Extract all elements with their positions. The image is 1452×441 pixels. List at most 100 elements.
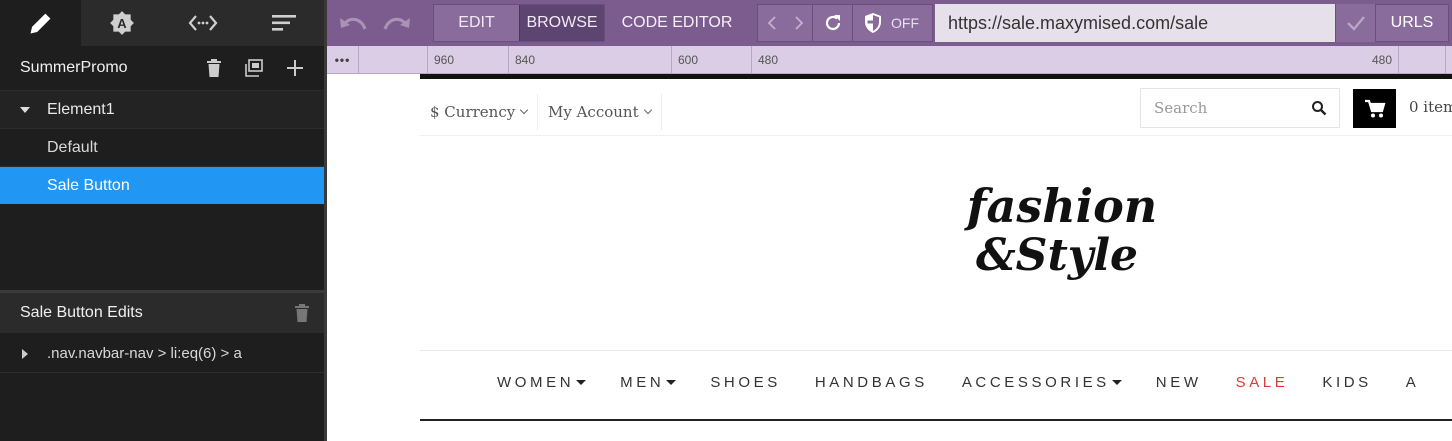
- refresh-button[interactable]: [812, 5, 852, 41]
- variation-label: Default: [47, 138, 98, 156]
- shield-state: OFF: [891, 15, 919, 31]
- project-name: SummerPromo: [20, 59, 128, 76]
- nav-item-handbags[interactable]: HANDBAGS: [815, 374, 928, 391]
- nav-label: NEW: [1155, 374, 1202, 391]
- tab-edit[interactable]: [0, 0, 81, 46]
- code-icon: [188, 15, 217, 31]
- refresh-icon: [825, 15, 840, 31]
- cart-button[interactable]: [1353, 89, 1396, 128]
- check-icon: [1346, 16, 1365, 31]
- account-label: My Account: [548, 103, 639, 121]
- nav-label: ACCESSORIES: [961, 374, 1110, 391]
- ruler-tick[interactable]: 6: [1445, 46, 1452, 74]
- mode-browse-button[interactable]: BROWSE: [519, 5, 604, 41]
- search-icon[interactable]: [1311, 100, 1327, 116]
- edit-selector-row[interactable]: .nav.navbar-nav > li:eq(6) > a: [0, 335, 324, 373]
- url-input[interactable]: https://sale.maxymised.com/sale: [935, 4, 1335, 42]
- chevron-right-icon[interactable]: [22, 348, 28, 359]
- edits-title: Sale Button Edits: [20, 304, 143, 321]
- currency-dropdown[interactable]: $ Currency: [430, 94, 529, 130]
- cart-icon: [1364, 99, 1385, 117]
- ruler-tick[interactable]: 480: [751, 46, 778, 74]
- undo-button[interactable]: [337, 6, 369, 44]
- duplicate-icon[interactable]: [244, 59, 264, 77]
- tab-code[interactable]: [162, 0, 243, 46]
- fashion-style-logo[interactable]: fashion &Style: [957, 172, 1167, 304]
- tab-style[interactable]: A: [81, 0, 162, 46]
- undo-icon: [340, 17, 367, 30]
- code-editor-button[interactable]: CODE EDITOR: [617, 4, 737, 42]
- style-icon: A: [109, 11, 134, 35]
- edits-header: Sale Button Edits: [0, 293, 324, 333]
- mode-edit-button[interactable]: EDIT: [434, 5, 519, 41]
- breakpoint-ruler[interactable]: ••• 960 840 600 480 480 6: [327, 46, 1452, 74]
- account-dropdown[interactable]: My Account: [537, 94, 662, 130]
- panel-tabs: A: [0, 0, 324, 46]
- back-button[interactable]: [758, 5, 785, 41]
- nav-label: WOMEN: [497, 374, 575, 391]
- nav-item-shoes[interactable]: SHOES: [710, 374, 781, 391]
- nav-label: SALE: [1235, 374, 1289, 391]
- nav-label: MEN: [620, 374, 665, 391]
- tab-list[interactable]: [243, 0, 324, 46]
- site-main-nav: WOMEN MEN SHOES HANDBAGS ACCESSORIES NEW…: [497, 374, 1452, 391]
- nav-label: A: [1405, 374, 1420, 391]
- trash-icon[interactable]: [206, 59, 222, 77]
- caret-down-icon: [1111, 380, 1122, 385]
- nav-item-truncated[interactable]: A: [1406, 374, 1420, 391]
- caret-down-icon: [576, 380, 587, 385]
- project-row[interactable]: SummerPromo: [0, 46, 324, 90]
- element-row[interactable]: Element1: [0, 90, 324, 128]
- shield-icon: [865, 13, 881, 33]
- left-panel: A SummerPromo Element1 Default Sale Butt…: [0, 0, 324, 441]
- nav-item-women[interactable]: WOMEN: [497, 374, 587, 391]
- nav-top-divider: [420, 350, 1452, 351]
- trash-icon[interactable]: [294, 304, 310, 322]
- nav-item-men[interactable]: MEN: [620, 374, 677, 391]
- variation-default[interactable]: Default: [0, 128, 324, 166]
- url-confirm-button[interactable]: [1335, 4, 1375, 42]
- variation-label: Sale Button: [47, 176, 130, 194]
- logo-line-2: &Style: [976, 230, 1138, 281]
- nav-item-new[interactable]: NEW: [1156, 374, 1202, 391]
- shield-toggle[interactable]: OFF: [852, 5, 932, 41]
- caret-down-icon: [666, 380, 677, 385]
- redo-icon: [383, 17, 410, 30]
- nav-label: SHOES: [710, 374, 781, 391]
- pencil-icon: [30, 13, 50, 34]
- site-search-input[interactable]: Search: [1140, 88, 1340, 128]
- ruler-tick[interactable]: 480: [1327, 46, 1399, 74]
- nav-label: KIDS: [1322, 374, 1372, 391]
- ruler-tick[interactable]: 960: [427, 46, 454, 74]
- chevron-right-icon: [794, 16, 803, 30]
- svg-text:A: A: [117, 16, 127, 31]
- chevron-down-icon[interactable]: [20, 106, 30, 113]
- forward-button[interactable]: [785, 5, 812, 41]
- site-top-border: [420, 74, 1452, 79]
- urls-button[interactable]: URLS: [1375, 4, 1449, 42]
- ruler-tick[interactable]: 840: [508, 46, 535, 74]
- chevron-left-icon: [767, 16, 776, 30]
- redo-button[interactable]: [381, 6, 413, 44]
- element-label: Element1: [47, 100, 115, 118]
- logo-line-1: fashion: [964, 179, 1158, 233]
- browser-nav: OFF: [757, 4, 933, 42]
- nav-item-accessories[interactable]: ACCESSORIES: [962, 374, 1122, 391]
- search-placeholder: Search: [1154, 99, 1208, 117]
- mode-switch: EDIT BROWSE: [433, 4, 605, 42]
- cart-items-count[interactable]: 0 item: [1409, 98, 1452, 116]
- chevron-down-icon: [643, 105, 652, 115]
- toolbar: EDIT BROWSE CODE EDITOR OFF https://sale…: [327, 0, 1452, 46]
- plus-icon[interactable]: [286, 59, 304, 77]
- nav-bottom-divider: [420, 419, 1452, 421]
- more-icon[interactable]: •••: [327, 46, 359, 74]
- nav-item-kids[interactable]: KIDS: [1322, 374, 1371, 391]
- variation-sale-button[interactable]: Sale Button: [0, 166, 324, 204]
- list-icon: [271, 15, 296, 31]
- nav-label: HANDBAGS: [814, 374, 928, 391]
- header-divider: [420, 135, 1452, 136]
- nav-item-sale[interactable]: SALE: [1236, 374, 1289, 391]
- site-preview: $ Currency My Account Search 0 item fash…: [327, 74, 1452, 441]
- ruler-tick[interactable]: 600: [671, 46, 751, 74]
- edit-selector: .nav.navbar-nav > li:eq(6) > a: [47, 345, 242, 362]
